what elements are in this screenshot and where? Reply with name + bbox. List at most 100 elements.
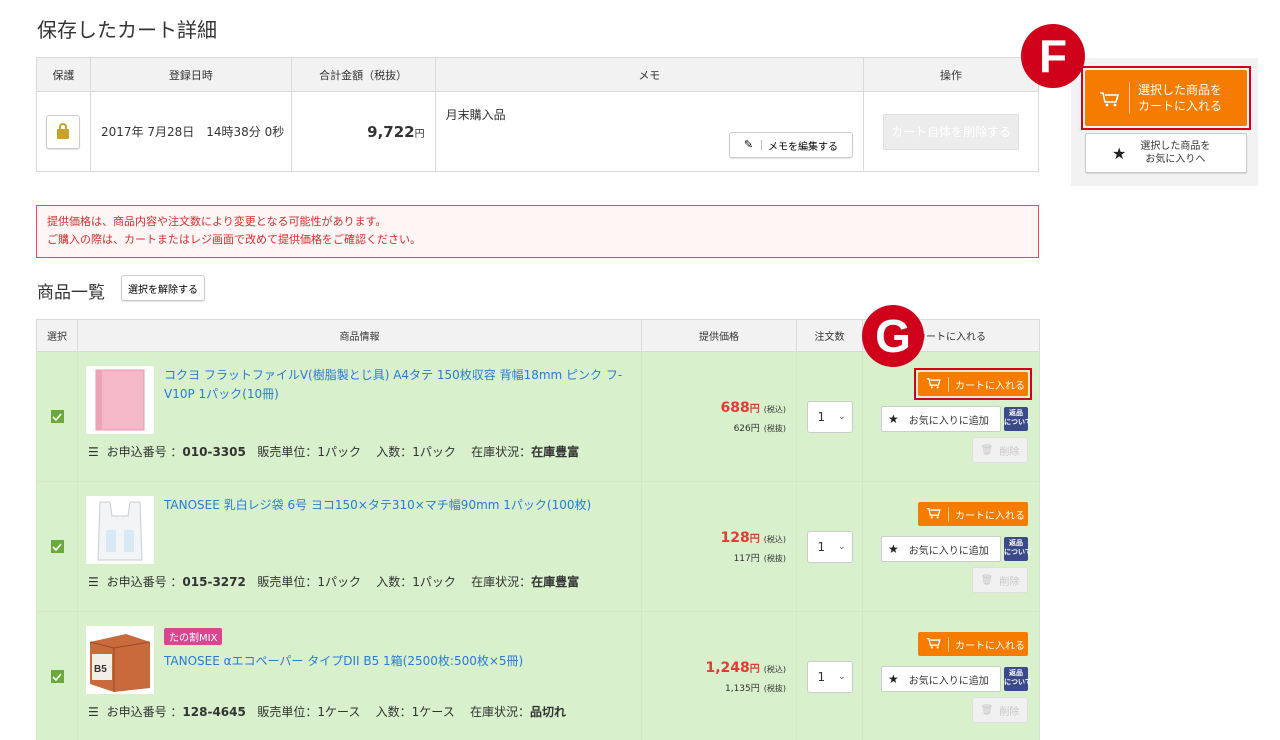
return-policy-badge[interactable]: 返品 について bbox=[1004, 667, 1032, 691]
table-row: コクヨ フラットファイルV(樹脂製とじ具) A4タテ 150枚収容 背幅18mm… bbox=[36, 351, 1040, 482]
deselect-button[interactable]: 選択を解除する bbox=[121, 275, 205, 301]
return-policy-badge[interactable]: 返品 について bbox=[1004, 407, 1032, 431]
tax-in-label: (税込) bbox=[763, 534, 786, 544]
star-icon: ★ bbox=[888, 672, 899, 686]
add-to-favorites-button[interactable]: ★ お気に入りに追加 bbox=[881, 536, 1001, 562]
trash-icon: 🗑 bbox=[980, 444, 994, 456]
lock-icon bbox=[57, 122, 70, 139]
count-value: 1ケース bbox=[411, 705, 455, 719]
chevron-down-icon: ⌄ bbox=[837, 411, 846, 422]
notice-line-1: 提供価格は、商品内容や注文数により変更となる可能性があります。 bbox=[47, 215, 387, 228]
product-meta: ☰ お申込番号 ：128-4645 販売単位：1ケース 入数：1ケース 在庫状況… bbox=[88, 703, 566, 720]
unit-value: 1パック bbox=[317, 445, 361, 459]
add-to-cart-label: カートに入れる bbox=[948, 506, 1025, 522]
select-checkbox[interactable] bbox=[50, 670, 64, 683]
col-date: 登録日時 bbox=[89, 57, 292, 92]
col-total: 合計金額（税抜） bbox=[290, 57, 436, 92]
table-row: B5 たの割MIX TANOSEE αエコペーパー タイプDII B5 1箱(2… bbox=[36, 611, 1040, 740]
star-icon: ★ bbox=[888, 542, 899, 556]
price-tax-out: 1,135円 bbox=[724, 683, 760, 694]
select-checkbox[interactable] bbox=[50, 410, 64, 423]
product-info-cell: TANOSEE 乳白レジ袋 6号 ヨコ150×タテ310×マチ幅90mm 1パッ… bbox=[77, 481, 642, 612]
product-name-link[interactable]: コクヨ フラットファイルV(樹脂製とじ具) A4タテ 150枚収容 背幅18mm… bbox=[164, 366, 635, 404]
notice-line-2: ご購入の際は、カートまたはレジ画面で改めて提供価格をご確認ください。 bbox=[47, 233, 421, 246]
cart-icon bbox=[926, 507, 942, 522]
list-icon: ☰ bbox=[88, 445, 99, 459]
add-to-favorites-label: お気に入りに追加 bbox=[908, 675, 989, 687]
cart-icon bbox=[926, 637, 942, 652]
col-protect: 保護 bbox=[36, 57, 91, 92]
edit-memo-label: メモを編集する bbox=[768, 141, 839, 153]
stock-value: 在庫豊富 bbox=[531, 445, 580, 459]
order-no-label: お申込番号 ： bbox=[106, 575, 183, 589]
table-row: TANOSEE 乳白レジ袋 6号 ヨコ150×タテ310×マチ幅90mm 1パッ… bbox=[36, 481, 1040, 612]
add-selected-to-cart-label: 選択した商品を カートに入れる bbox=[1129, 82, 1222, 114]
tax-in-label: (税込) bbox=[763, 404, 786, 414]
col-memo: メモ bbox=[434, 57, 865, 92]
unit-label: 販売単位： bbox=[257, 575, 318, 589]
add-to-cart-label: カートに入れる bbox=[948, 376, 1025, 392]
cart-icon bbox=[1099, 91, 1121, 107]
svg-text:B5: B5 bbox=[94, 664, 107, 675]
delete-item-button[interactable]: 🗑 削除 bbox=[972, 567, 1028, 593]
delete-item-button[interactable]: 🗑 削除 bbox=[972, 697, 1028, 723]
product-image[interactable]: B5 bbox=[86, 626, 154, 694]
cart-icon bbox=[926, 377, 942, 392]
add-selected-to-favorites-button[interactable]: ★ 選択した商品を お気に入りへ bbox=[1085, 133, 1247, 173]
product-image[interactable] bbox=[86, 366, 154, 434]
add-selected-to-cart-button[interactable]: 選択した商品を カートに入れる bbox=[1085, 70, 1247, 126]
order-no: 015-3272 bbox=[182, 575, 246, 589]
count-value: 1パック bbox=[412, 575, 456, 589]
order-no-label: お申込番号 ： bbox=[106, 705, 183, 719]
protect-lock-button[interactable] bbox=[46, 114, 81, 149]
product-info-cell: コクヨ フラットファイルV(樹脂製とじ具) A4タテ 150枚収容 背幅18mm… bbox=[77, 351, 642, 482]
star-icon: ★ bbox=[1112, 143, 1127, 163]
add-selected-to-favorites-label: 選択した商品を お気に入りへ bbox=[1140, 141, 1211, 165]
add-to-favorites-button[interactable]: ★ お気に入りに追加 bbox=[881, 666, 1001, 692]
trash-icon: 🗑 bbox=[980, 574, 994, 586]
product-meta: ☰ お申込番号 ：010-3305 販売単位：1パック 入数：1パック 在庫状況… bbox=[88, 443, 579, 460]
tax-out-label: (税抜) bbox=[763, 553, 786, 563]
quantity-select[interactable]: 1 ⌄ bbox=[806, 530, 853, 563]
tax-in-label: (税込) bbox=[763, 664, 786, 674]
promo-tag: たの割MIX bbox=[164, 628, 223, 645]
product-image[interactable] bbox=[86, 496, 154, 564]
price-tax-out: 117円 bbox=[733, 553, 760, 564]
quantity-select[interactable]: 1 ⌄ bbox=[806, 660, 853, 693]
yen-unit: 円 bbox=[414, 128, 425, 140]
delete-label: 削除 bbox=[999, 576, 1020, 588]
product-name-link[interactable]: TANOSEE 乳白レジ袋 6号 ヨコ150×タテ310×マチ幅90mm 1パッ… bbox=[164, 496, 635, 515]
stock-value: 品切れ bbox=[529, 705, 566, 719]
count-label: 入数： bbox=[376, 445, 413, 459]
delete-item-button[interactable]: 🗑 削除 bbox=[972, 437, 1028, 463]
product-list-title: 商品一覧 bbox=[37, 283, 105, 303]
chevron-down-icon: ⌄ bbox=[837, 541, 846, 552]
return-policy-badge[interactable]: 返品 について bbox=[1004, 537, 1032, 561]
saved-cart-table: 保護 登録日時 合計金額（税抜） メモ 操作 2017年 7月28日 14時38… bbox=[36, 57, 1039, 172]
unit-value: 1パック bbox=[317, 575, 361, 589]
edit-memo-button[interactable]: ✎ メモを編集する bbox=[728, 132, 854, 158]
delete-cart-button[interactable]: カート自体を削除する bbox=[883, 113, 1020, 150]
select-cell bbox=[36, 611, 78, 740]
product-meta: ☰ お申込番号 ：015-3272 販売単位：1パック 入数：1パック 在庫状況… bbox=[88, 573, 579, 590]
tax-out-label: (税抜) bbox=[763, 683, 786, 693]
add-to-favorites-button[interactable]: ★ お気に入りに追加 bbox=[881, 406, 1001, 432]
quantity-select[interactable]: 1 ⌄ bbox=[806, 400, 853, 433]
protect-cell bbox=[36, 91, 91, 172]
trash-icon: 🗑 bbox=[980, 704, 994, 716]
add-to-cart-button[interactable]: カートに入れる bbox=[918, 502, 1028, 526]
qty-cell: 1 ⌄ bbox=[796, 611, 863, 740]
tax-out-label: (税抜) bbox=[763, 423, 786, 433]
add-to-cart-button[interactable]: カートに入れる bbox=[918, 372, 1028, 396]
chevron-down-icon: ⌄ bbox=[837, 671, 846, 682]
select-checkbox[interactable] bbox=[50, 540, 64, 553]
add-to-cart-button[interactable]: カートに入れる bbox=[918, 632, 1028, 656]
product-name-link[interactable]: TANOSEE αエコペーパー タイプDII B5 1箱(2500枚:500枚×… bbox=[164, 652, 635, 671]
page-title: 保存したカート詳細 bbox=[37, 18, 217, 42]
select-cell bbox=[36, 481, 78, 612]
count-value: 1パック bbox=[412, 445, 456, 459]
col-select: 選択 bbox=[36, 319, 78, 352]
stock-label: 在庫状況： bbox=[471, 575, 532, 589]
actions-cell: カート自体を削除する bbox=[863, 91, 1039, 172]
add-to-favorites-label: お気に入りに追加 bbox=[908, 545, 989, 557]
